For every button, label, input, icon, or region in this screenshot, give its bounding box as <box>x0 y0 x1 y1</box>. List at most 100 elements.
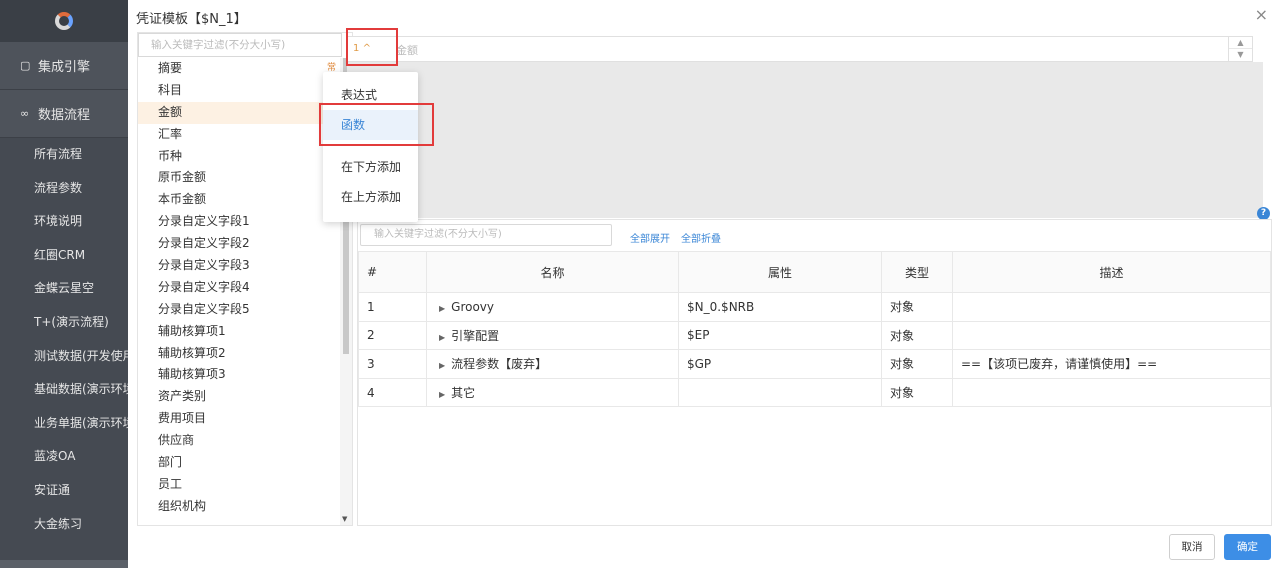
cell-type: 对象 <box>881 320 953 351</box>
cell-number: 1 <box>358 292 427 322</box>
cell-property-text: $GP <box>687 356 712 371</box>
sidebar-item[interactable]: 测试数据(开发使用 <box>0 340 128 374</box>
sidebar-item[interactable]: 环境说明 <box>0 205 128 239</box>
menu-item-expression[interactable]: 表达式 <box>323 80 418 110</box>
table-row[interactable]: 3 ▶ 流程参数【废弃】 $GP 对象 ==【该项已废弃，请谨慎使用】== <box>358 349 1271 379</box>
sidebar-item[interactable]: 金蝶云星空 <box>0 272 128 306</box>
field-list-item[interactable]: 辅助核算项3 <box>138 364 342 386</box>
sidebar-item[interactable]: 安证通 <box>0 474 128 508</box>
field-list-item[interactable]: 辅助核算项1 <box>138 321 342 343</box>
ok-button[interactable]: 确定 <box>1224 534 1271 560</box>
close-icon[interactable]: × <box>1255 5 1268 24</box>
field-list-item[interactable]: 辅助核算项2 <box>138 343 342 365</box>
cell-property-text: $EP <box>687 328 710 343</box>
spin-down-icon[interactable]: ▼ <box>1229 49 1252 61</box>
background-sidebar: ▢ 集成引擎 ∞ 数据流程 所有流程 流程参数 环境说明 红圈CRM 金蝶云星空… <box>0 0 128 568</box>
voucher-template-dialog: 凭证模板【$N_1】 × 输入关键字过滤(不分大小写) 摘要常科目 金额汇率币种原… <box>128 0 1280 568</box>
editor-spinner[interactable]: ▲ ▼ <box>1228 37 1252 61</box>
field-label: 摘要 <box>158 61 183 75</box>
field-label: 员工 <box>158 476 183 491</box>
field-label: 供应商 <box>158 433 195 448</box>
field-list-item[interactable]: 分录自定义字段3 <box>138 255 342 277</box>
expand-triangle-icon[interactable]: ▶ <box>439 304 445 313</box>
sidebar-scrollbar[interactable] <box>0 560 128 568</box>
field-label: 汇率 <box>158 126 183 141</box>
field-search-input[interactable]: 输入关键字过滤(不分大小写) <box>138 33 342 57</box>
field-list-item[interactable]: 摘要常 <box>138 58 342 80</box>
field-list-item[interactable]: 资产类别 <box>138 386 342 408</box>
variables-table: # 名称 属性 类型 描述 1 ▶ Groovy $N_0.$NRB 对象 2 ▶ 引擎配置 $… <box>358 251 1271 408</box>
field-list-item[interactable]: 分录自定义字段2 <box>138 233 342 255</box>
sidebar-section-data-flow[interactable]: ∞ 数据流程 <box>0 90 128 138</box>
sidebar-item[interactable]: 基础数据(演示环境 <box>0 373 128 407</box>
field-label: 分录自定义字段1 <box>158 214 250 229</box>
field-list-item[interactable]: 分录自定义字段1 <box>138 211 342 233</box>
expression-editor-area[interactable] <box>347 62 1263 218</box>
collapse-all-link[interactable]: 全部折叠 <box>681 230 721 245</box>
sidebar-section-label: 数据流程 <box>38 108 91 123</box>
expand-triangle-icon[interactable]: ▶ <box>439 333 445 342</box>
menu-item-function[interactable]: 函数 <box>323 110 418 140</box>
cell-property: $N_0.$NRB <box>678 292 882 322</box>
table-row[interactable]: 4 ▶ 其它 对象 <box>358 377 1271 408</box>
variable-search-input[interactable]: 输入关键字过滤(不分大小写) <box>360 224 612 246</box>
field-list-item[interactable]: 组织机构 <box>138 496 342 518</box>
menu-item-add-above[interactable]: 在上方添加 <box>323 182 418 212</box>
cell-type: 对象 <box>881 292 953 322</box>
field-list-item[interactable]: 供应商 <box>138 430 342 452</box>
cell-number-text: 4 <box>367 385 375 400</box>
field-list-item[interactable]: 汇率 <box>138 124 342 146</box>
cell-type-text: 对象 <box>890 328 915 343</box>
cell-number-text: 2 <box>367 328 375 343</box>
menu-item-add-below[interactable]: 在下方添加 <box>323 152 418 182</box>
expand-triangle-icon[interactable]: ▶ <box>439 361 445 370</box>
field-list-item[interactable]: 原币金额 <box>138 167 342 189</box>
sidebar-item[interactable]: T+(演示流程) <box>0 306 128 340</box>
sidebar-item[interactable]: 所有流程 <box>0 138 128 172</box>
cell-name-text: 其它 <box>451 386 476 401</box>
table-row[interactable]: 1 ▶ Groovy $N_0.$NRB 对象 <box>358 292 1271 322</box>
field-list-item[interactable]: 部门 <box>138 452 342 474</box>
field-list-item[interactable]: 分录自定义字段5 <box>138 299 342 321</box>
sidebar-item[interactable]: 大金练习 <box>0 508 128 542</box>
cell-name-text: 流程参数【废弃】 <box>451 357 548 372</box>
cell-description-text: ==【该项已废弃，请谨慎使用】== <box>961 357 1158 372</box>
field-label: 原币金额 <box>158 170 207 185</box>
cancel-button[interactable]: 取消 <box>1169 534 1215 560</box>
field-list-item[interactable]: 科目 <box>138 80 342 102</box>
sidebar-item[interactable]: 流程参数 <box>0 172 128 206</box>
field-label: 组织机构 <box>158 498 207 513</box>
sidebar-item[interactable]: 蓝凌OA <box>0 440 128 474</box>
field-label: 分录自定义字段5 <box>158 301 250 316</box>
expression-editor-header[interactable]: 1 ^ 金额 ▲ ▼ <box>347 36 1253 62</box>
spin-up-icon[interactable]: ▲ <box>1229 37 1252 49</box>
cell-name-text: Groovy <box>451 299 495 314</box>
engine-icon: ▢ <box>20 59 31 72</box>
cell-property <box>678 377 882 408</box>
sidebar-item[interactable]: 业务单据(演示环境 <box>0 407 128 441</box>
field-list-item[interactable]: 币种 <box>138 146 342 168</box>
scroll-down-icon[interactable]: ▼ <box>342 515 347 523</box>
field-label: 本币金额 <box>158 192 207 207</box>
field-list-item[interactable]: 金额 <box>138 101 342 124</box>
cell-number: 4 <box>358 377 427 408</box>
app-logo <box>0 0 128 42</box>
expand-all-link[interactable]: 全部展开 <box>630 230 670 245</box>
field-label: 资产类别 <box>158 389 207 404</box>
column-header-name: 名称 <box>426 251 679 293</box>
table-row[interactable]: 2 ▶ 引擎配置 $EP 对象 <box>358 320 1271 351</box>
cell-name-text: 引擎配置 <box>451 328 500 343</box>
expand-triangle-icon[interactable]: ▶ <box>439 390 445 399</box>
dialog-title: 凭证模板【$N_1】 <box>136 12 247 27</box>
field-list-item[interactable]: 本币金额 <box>138 189 342 211</box>
field-list-item[interactable]: 分录自定义字段4 <box>138 277 342 299</box>
field-list-item[interactable]: 员工 <box>138 474 342 496</box>
field-list-item[interactable]: 费用项目 <box>138 408 342 430</box>
cell-description <box>952 320 1271 351</box>
sidebar-section-integration-engine[interactable]: ▢ 集成引擎 <box>0 42 128 90</box>
cell-type: 对象 <box>881 349 953 379</box>
sidebar-item[interactable]: 红圈CRM <box>0 239 128 273</box>
line-number-chip[interactable]: 1 ^ <box>352 41 372 57</box>
field-label: 分录自定义字段3 <box>158 258 250 273</box>
logo-icon <box>55 12 73 30</box>
